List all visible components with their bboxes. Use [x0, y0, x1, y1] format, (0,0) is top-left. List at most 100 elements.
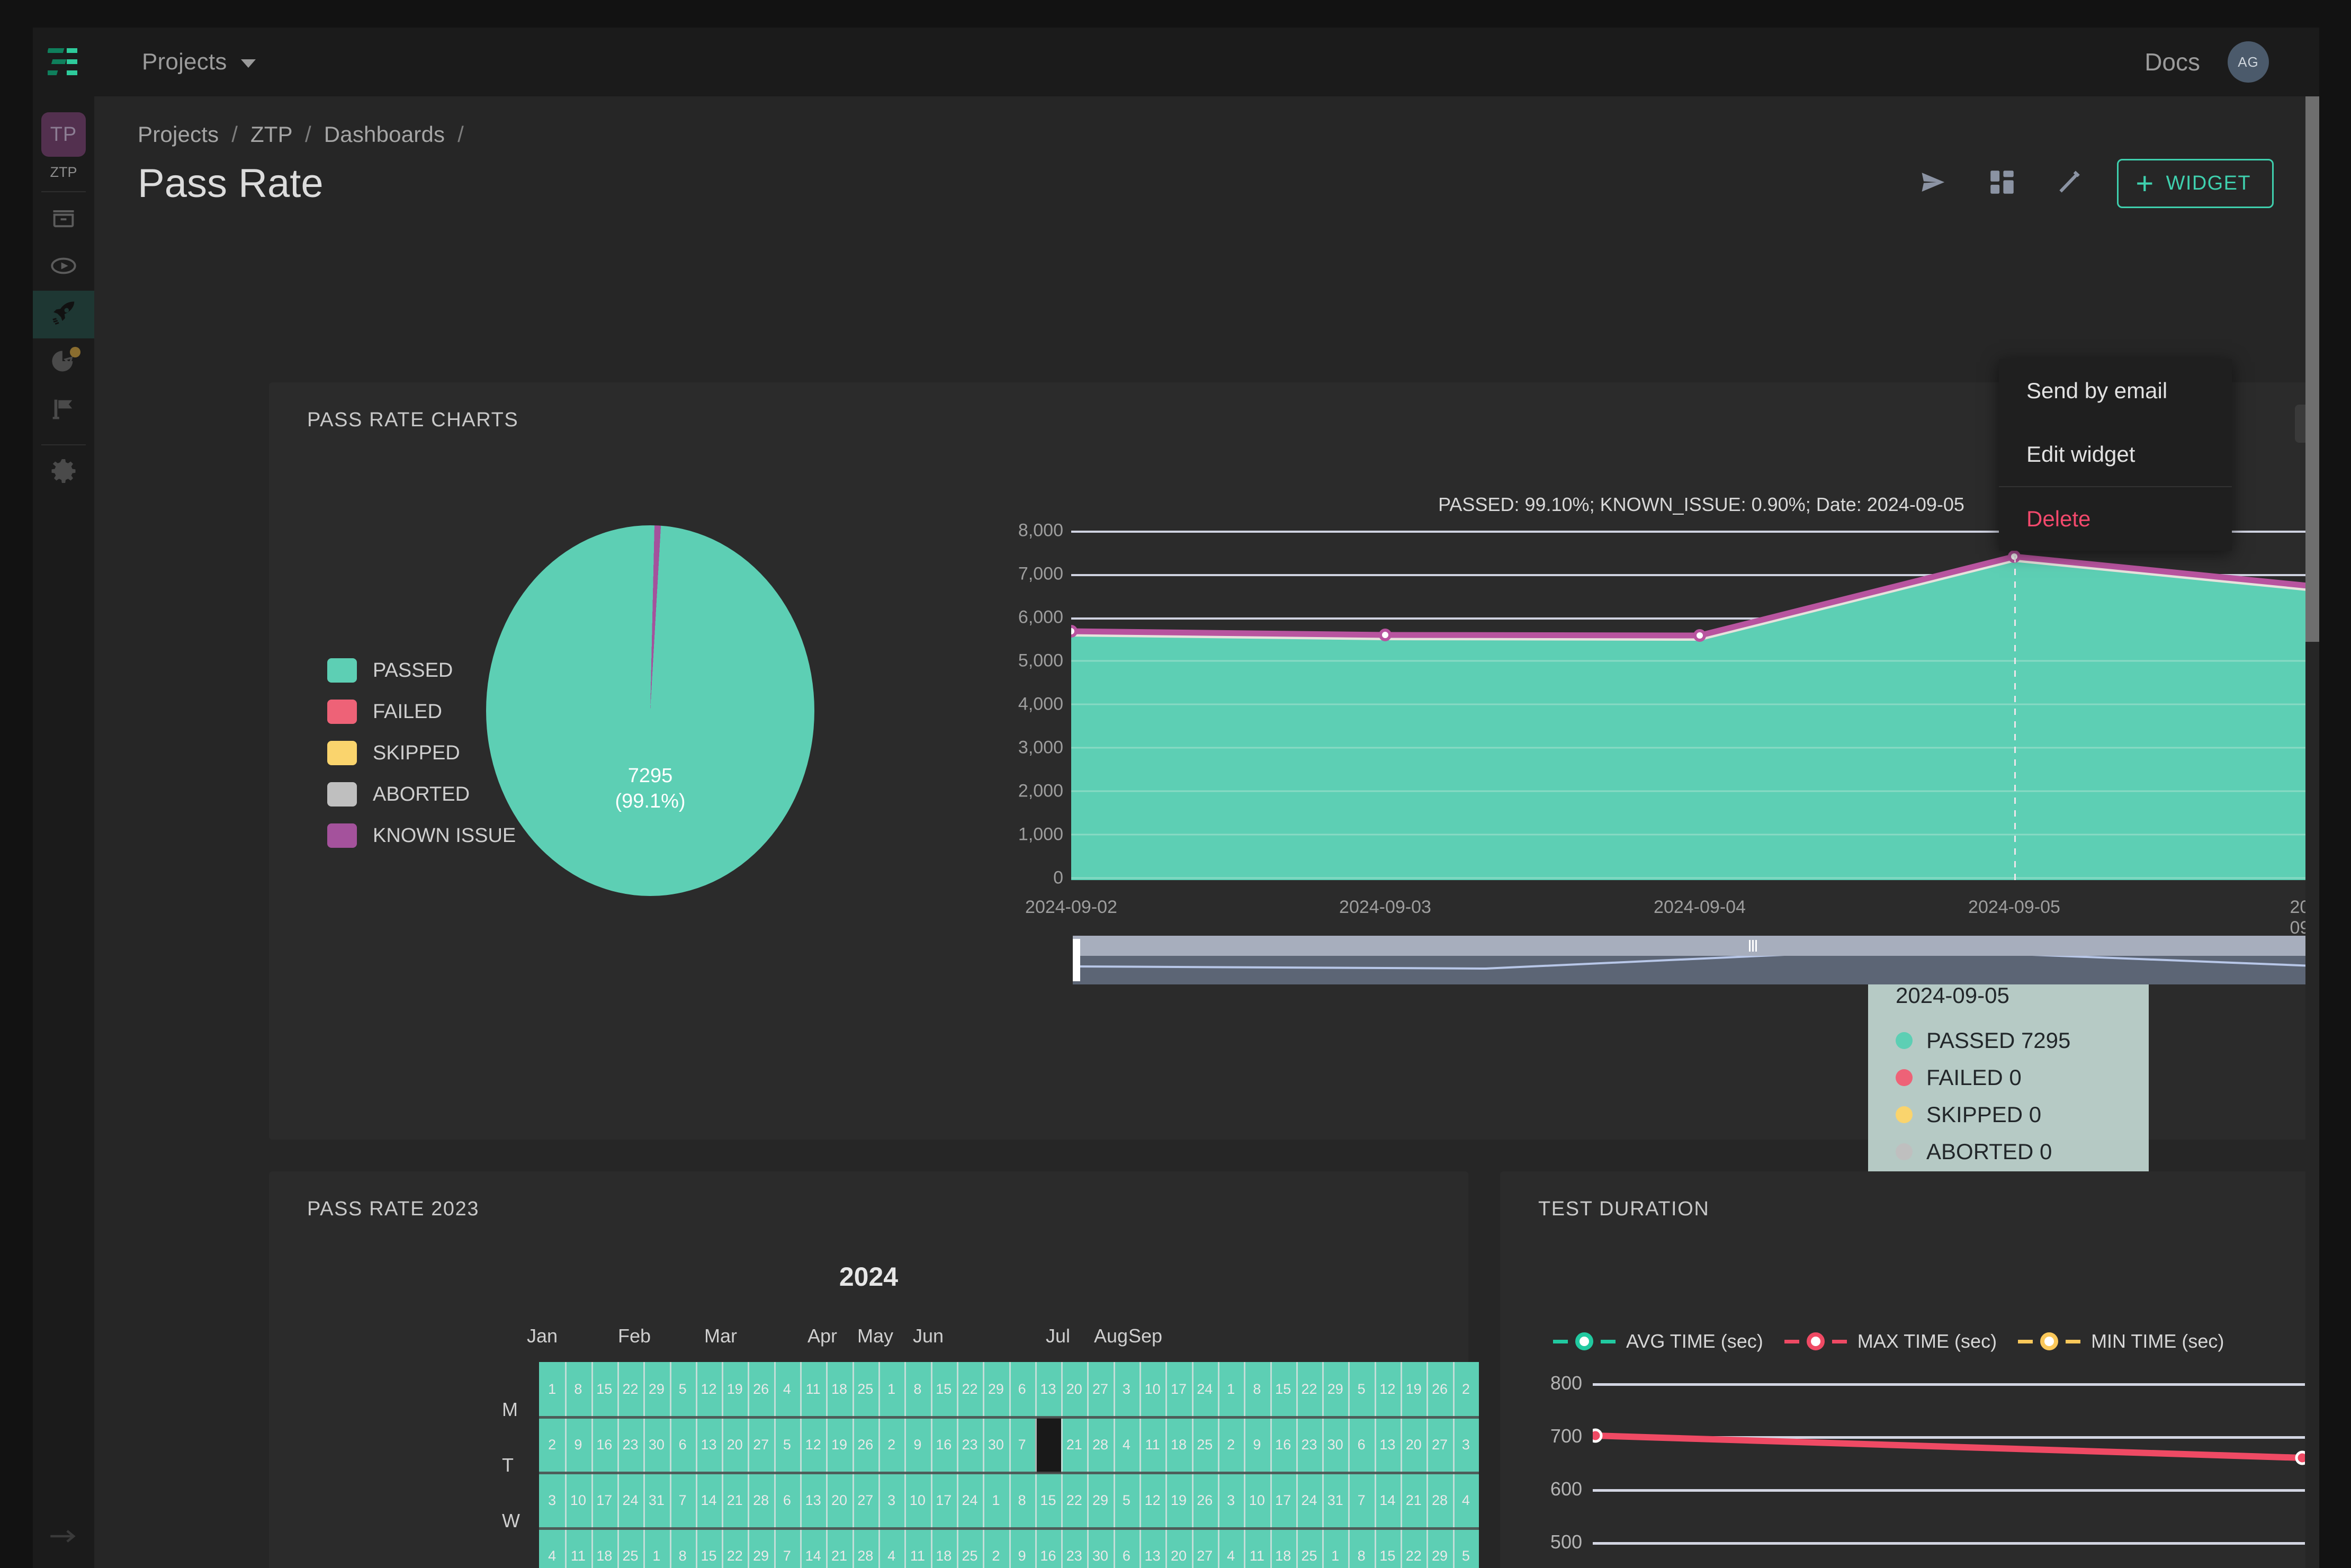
calendar-cell[interactable]: 5 — [1453, 1548, 1479, 1564]
legend-item-max-time[interactable]: MAX TIME (sec) — [1784, 1330, 1997, 1352]
calendar-cell[interactable]: 7 — [670, 1492, 696, 1509]
calendar-cell[interactable]: 11 — [1244, 1548, 1270, 1564]
calendar-cell[interactable]: 6 — [774, 1492, 800, 1509]
calendar-cell[interactable]: 14 — [696, 1492, 722, 1509]
calendar-cell[interactable]: 1 — [1218, 1381, 1244, 1397]
calendar-cell[interactable]: 4 — [1114, 1437, 1139, 1453]
scrollbar-thumb[interactable] — [2305, 96, 2319, 642]
menu-item-edit-widget[interactable]: Edit widget — [1999, 423, 2232, 486]
calendar-cell[interactable]: 30 — [1087, 1548, 1113, 1564]
calendar-cell[interactable]: 8 — [904, 1381, 930, 1397]
calendar-cell[interactable]: 11 — [565, 1548, 591, 1564]
calendar-cell[interactable]: 27 — [748, 1437, 774, 1453]
calendar-cell[interactable]: 26 — [1426, 1381, 1452, 1397]
brush-handle-bar[interactable] — [1073, 936, 2319, 956]
calendar-cell[interactable]: 29 — [1426, 1548, 1452, 1564]
calendar-cell[interactable]: 25 — [1296, 1548, 1322, 1564]
calendar-cell[interactable]: 8 — [670, 1548, 696, 1564]
calendar-cell[interactable]: 8 — [1009, 1492, 1035, 1509]
legend-item-min-time[interactable]: MIN TIME (sec) — [2018, 1330, 2224, 1352]
calendar-cell[interactable]: 6 — [670, 1437, 696, 1453]
calendar-cell[interactable]: 9 — [1009, 1548, 1035, 1564]
sidebar-item-launches[interactable] — [33, 243, 94, 291]
calendar-cell[interactable]: 22 — [722, 1548, 748, 1564]
zebrunner-logo-icon[interactable] — [33, 28, 94, 96]
calendar-cell[interactable]: 13 — [1035, 1381, 1061, 1397]
calendar-cell[interactable]: 12 — [696, 1381, 722, 1397]
calendar-cell[interactable]: 16 — [931, 1437, 957, 1453]
calendar-cell[interactable]: 17 — [1165, 1381, 1191, 1397]
calendar-cell[interactable]: 12 — [1375, 1381, 1401, 1397]
calendar-cell[interactable]: 20 — [1061, 1381, 1087, 1397]
calendar-cell[interactable]: 11 — [800, 1381, 826, 1397]
sidebar-item-reporting[interactable] — [33, 338, 94, 386]
calendar-cell[interactable]: 7 — [1348, 1492, 1374, 1509]
calendar-cell[interactable]: 27 — [1192, 1548, 1218, 1564]
calendar-cell[interactable]: 8 — [1244, 1381, 1270, 1397]
calendar-cell[interactable]: 12 — [800, 1437, 826, 1453]
area-chart-plot[interactable] — [1071, 505, 2319, 880]
calendar-cell[interactable]: 15 — [1035, 1492, 1061, 1509]
calendar-cell[interactable]: 19 — [826, 1437, 852, 1453]
calendar-cell[interactable]: 11 — [904, 1548, 930, 1564]
brush-handle-left[interactable] — [1073, 939, 1080, 981]
calendar-cell[interactable]: 25 — [617, 1548, 643, 1564]
legend-item-aborted[interactable]: ABORTED — [327, 774, 516, 815]
calendar-cell[interactable]: 16 — [1270, 1437, 1296, 1453]
calendar-cell[interactable]: 21 — [1401, 1492, 1426, 1509]
legend-item-failed[interactable]: FAILED — [327, 691, 516, 732]
calendar-cell[interactable]: 29 — [1087, 1492, 1113, 1509]
duration-chart-plot[interactable]: 800 700 600 500 400 300 — [1550, 1372, 2305, 1568]
calendar-cell[interactable]: 2 — [539, 1437, 565, 1453]
calendar-cell[interactable]: 10 — [565, 1492, 591, 1509]
calendar-cell[interactable]: 29 — [983, 1381, 1009, 1397]
calendar-cell[interactable]: 18 — [931, 1548, 957, 1564]
calendar-cell[interactable]: 1 — [878, 1381, 904, 1397]
calendar-cell[interactable]: 9 — [1244, 1437, 1270, 1453]
calendar-heatmap-grid[interactable]: 1 8 15 22 29 5 12 19 26 4 11 18 25 1 8 15 22 29 6 13 20 27 3 10… — [539, 1362, 1479, 1568]
calendar-cell[interactable]: 5 — [670, 1381, 696, 1397]
calendar-cell[interactable]: 30 — [983, 1437, 1009, 1453]
calendar-cell[interactable]: 4 — [774, 1381, 800, 1397]
calendar-cell[interactable]: 15 — [1375, 1548, 1401, 1564]
calendar-cell[interactable]: 5 — [774, 1437, 800, 1453]
calendar-cell[interactable]: 17 — [1270, 1492, 1296, 1509]
calendar-cell[interactable]: 15 — [1270, 1381, 1296, 1397]
calendar-cell[interactable]: 23 — [957, 1437, 983, 1453]
sidebar-project[interactable]: TP ZTP — [41, 96, 86, 181]
menu-item-delete[interactable]: Delete — [1999, 487, 2232, 551]
breadcrumb-item-dashboards[interactable]: Dashboards — [324, 122, 445, 147]
calendar-cell[interactable]: 27 — [1087, 1381, 1113, 1397]
layout-grid-button[interactable] — [1981, 163, 2023, 204]
calendar-cell[interactable]: 5 — [1348, 1381, 1374, 1397]
calendar-cell[interactable]: 26 — [853, 1437, 878, 1453]
sidebar-item-settings[interactable] — [33, 449, 94, 496]
calendar-cell[interactable]: 18 — [1270, 1548, 1296, 1564]
calendar-cell[interactable]: 7 — [774, 1548, 800, 1564]
calendar-cell[interactable]: 19 — [1165, 1492, 1191, 1509]
calendar-cell[interactable]: 24 — [1296, 1492, 1322, 1509]
calendar-cell[interactable]: 1 — [983, 1492, 1009, 1509]
calendar-cell[interactable]: 30 — [643, 1437, 669, 1453]
calendar-cell[interactable]: 25 — [1192, 1437, 1218, 1453]
calendar-cell[interactable]: 9 — [565, 1437, 591, 1453]
calendar-cell[interactable]: 20 — [1165, 1548, 1191, 1564]
calendar-cell[interactable]: 27 — [1426, 1437, 1452, 1453]
calendar-cell[interactable]: 29 — [748, 1548, 774, 1564]
calendar-cell[interactable]: 12 — [1139, 1492, 1165, 1509]
calendar-cell[interactable]: 22 — [1296, 1381, 1322, 1397]
avatar[interactable]: AG — [2228, 41, 2269, 83]
calendar-cell[interactable]: 13 — [800, 1492, 826, 1509]
calendar-cell[interactable]: 1 — [1322, 1548, 1348, 1564]
calendar-cell[interactable]: 3 — [1114, 1381, 1139, 1397]
calendar-cell[interactable]: 13 — [1139, 1548, 1165, 1564]
calendar-cell[interactable]: 2 — [1218, 1437, 1244, 1453]
calendar-cell[interactable]: 20 — [722, 1437, 748, 1453]
calendar-cell[interactable]: 24 — [617, 1492, 643, 1509]
calendar-cell[interactable]: 29 — [643, 1381, 669, 1397]
calendar-cell[interactable]: 26 — [748, 1381, 774, 1397]
calendar-cell[interactable]: 4 — [878, 1548, 904, 1564]
calendar-cell[interactable]: 20 — [1401, 1437, 1426, 1453]
calendar-cell[interactable]: 10 — [1139, 1381, 1165, 1397]
chart-range-brush[interactable] — [1073, 936, 2319, 984]
